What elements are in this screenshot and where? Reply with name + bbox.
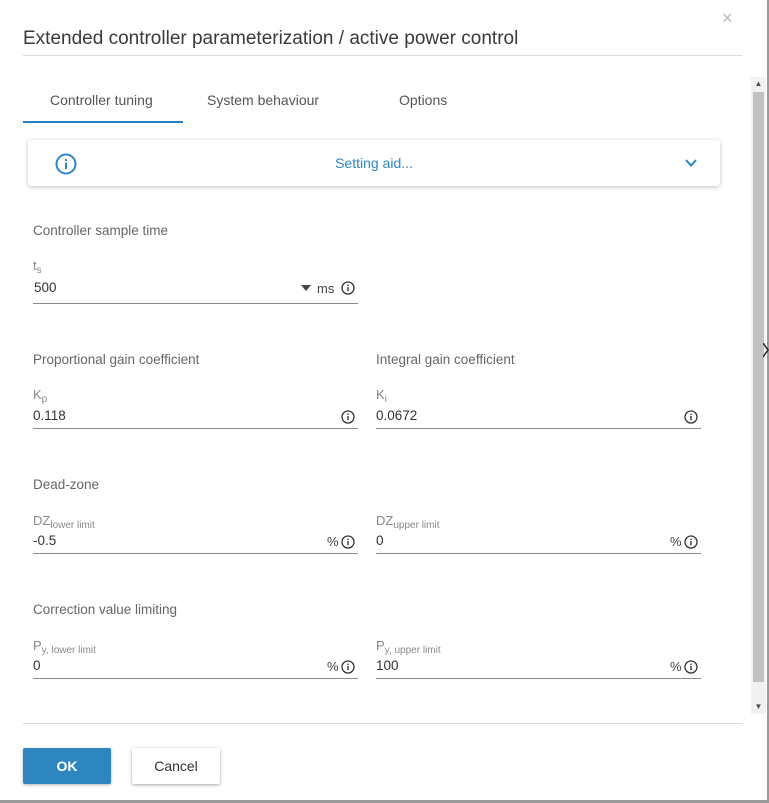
ok-button[interactable]: OK: [23, 748, 111, 784]
close-icon[interactable]: ×: [722, 8, 733, 29]
info-icon[interactable]: [341, 281, 355, 295]
py-upper-label: Py, upper limit: [376, 638, 441, 656]
section-proportional-gain: Proportional gain coefficient: [33, 352, 200, 367]
section-integral-gain: Integral gain coefficient: [376, 352, 515, 367]
info-icon[interactable]: [684, 660, 698, 674]
setting-aid-panel[interactable]: Setting aid...: [28, 140, 720, 186]
section-controller-sample-time: Controller sample time: [33, 223, 169, 238]
field-underline: [376, 678, 701, 679]
field-underline: [33, 678, 358, 679]
py-lower-label: Py, lower limit: [33, 638, 96, 656]
section-dead-zone: Dead-zone: [33, 477, 100, 492]
tab-controller-tuning[interactable]: Controller tuning: [50, 92, 153, 108]
dz-upper-input[interactable]: 0: [376, 533, 384, 548]
info-icon[interactable]: [341, 410, 355, 424]
divider: [23, 55, 742, 56]
ki-label: Ki: [376, 387, 387, 405]
section-correction-value-limiting: Correction value limiting: [33, 602, 178, 617]
sample-time-label: ts: [33, 258, 42, 276]
vertical-scrollbar[interactable]: ▲ ▼: [751, 77, 766, 714]
field-underline: [33, 303, 358, 304]
dialog: × Extended controller parameterization /…: [0, 0, 769, 803]
chevron-down-icon[interactable]: [684, 156, 698, 170]
py-upper-unit: %: [670, 659, 682, 674]
py-lower-input[interactable]: 0: [33, 658, 41, 673]
active-tab-indicator: [23, 121, 183, 123]
dialog-title: Extended controller parameterization / a…: [23, 28, 519, 49]
setting-aid-label[interactable]: Setting aid...: [28, 155, 720, 171]
kp-label: Kp: [33, 387, 48, 405]
mouse-cursor-icon: [763, 343, 769, 358]
field-underline: [376, 428, 701, 429]
tab-options[interactable]: Options: [399, 92, 447, 108]
kp-input[interactable]: 0.118: [33, 408, 66, 423]
tab-system-behaviour[interactable]: System behaviour: [207, 92, 319, 108]
sample-time-unit: ms: [317, 281, 335, 296]
dz-lower-label: DZlower limit: [33, 513, 95, 531]
py-upper-input[interactable]: 100: [376, 658, 399, 673]
scroll-down-arrow-icon[interactable]: ▼: [751, 700, 766, 714]
dz-upper-unit: %: [670, 534, 682, 549]
dz-lower-unit: %: [327, 534, 339, 549]
dz-lower-input[interactable]: -0.5: [33, 533, 56, 548]
py-lower-unit: %: [327, 659, 339, 674]
sample-time-select[interactable]: 500: [34, 280, 57, 295]
field-underline: [376, 553, 701, 554]
scrollbar-thumb[interactable]: [753, 92, 764, 682]
info-icon[interactable]: [341, 660, 355, 674]
scroll-up-arrow-icon[interactable]: ▲: [751, 77, 766, 91]
info-icon[interactable]: [684, 535, 698, 549]
dz-upper-label: DZupper limit: [376, 513, 440, 531]
field-underline: [33, 553, 358, 554]
ki-input[interactable]: 0.0672: [376, 408, 417, 423]
info-icon[interactable]: [341, 535, 355, 549]
info-icon[interactable]: [684, 410, 698, 424]
cancel-button[interactable]: Cancel: [132, 748, 220, 784]
divider: [23, 723, 742, 724]
field-underline: [33, 428, 358, 429]
dropdown-arrow-icon[interactable]: [301, 285, 311, 291]
